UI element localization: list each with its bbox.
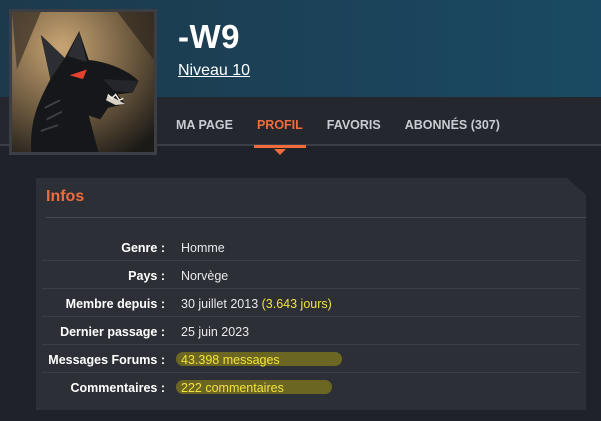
info-row-pays: Pays : Norvège	[42, 261, 580, 289]
profile-username: -W9	[178, 18, 240, 55]
wolf-avatar-icon	[12, 12, 154, 152]
info-label: Commentaires :	[70, 381, 165, 395]
info-row-commentaires: Commentaires : 222 commentaires	[42, 373, 580, 401]
info-row-dernier-passage: Dernier passage : 25 juin 2023	[42, 317, 580, 345]
info-row-membre-depuis: Membre depuis : 30 juillet 2013 (3.643 j…	[42, 289, 580, 317]
infos-title: Infos	[46, 188, 85, 205]
info-value: 30 juillet 2013 (3.643 jours)	[181, 297, 332, 311]
info-label: Dernier passage :	[60, 325, 165, 339]
tab-ma-page[interactable]: MA PAGE	[165, 97, 244, 146]
tab-profil[interactable]: PROFIL	[246, 97, 314, 155]
info-value: Norvège	[181, 269, 229, 283]
member-since-date: 30 juillet 2013	[181, 297, 259, 311]
tab-favoris[interactable]: FAVORIS	[316, 97, 392, 146]
info-row-messages-forums: Messages Forums : 43.398 messages	[42, 345, 580, 373]
info-label: Pays :	[128, 269, 165, 283]
infos-divider	[46, 217, 586, 218]
tab-abonnes[interactable]: ABONNÉS (307)	[394, 97, 511, 146]
info-value: 25 juin 2023	[181, 325, 250, 339]
info-row-genre: Genre : Homme	[42, 233, 580, 261]
profile-tabs: MA PAGE PROFIL FAVORIS ABONNÉS (307)	[165, 97, 513, 155]
info-value: 222 commentaires	[181, 381, 284, 395]
profile-level-link[interactable]: Niveau 10	[178, 62, 250, 80]
info-value: 43.398 messages	[181, 353, 280, 367]
info-label: Genre :	[121, 241, 165, 255]
info-value: Homme	[181, 241, 225, 255]
infos-card: Infos Genre : Homme Pays : Norvège Membr…	[36, 178, 586, 410]
info-label: Membre depuis :	[65, 297, 165, 311]
infos-rows: Genre : Homme Pays : Norvège Membre depu…	[36, 233, 586, 401]
info-label: Messages Forums :	[48, 353, 165, 367]
user-avatar[interactable]	[9, 9, 157, 155]
member-days-count: (3.643 jours)	[261, 297, 332, 311]
